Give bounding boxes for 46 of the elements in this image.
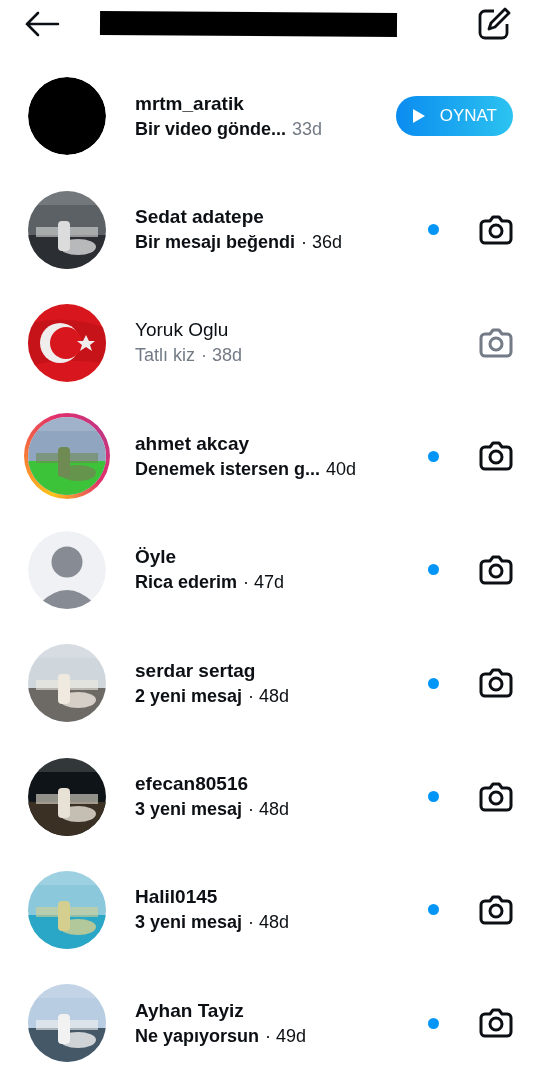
unread-dot xyxy=(428,791,439,802)
unread-dot xyxy=(428,677,439,689)
camera-icon[interactable] xyxy=(479,214,513,245)
message-time: · 48d xyxy=(248,799,290,820)
compose-icon[interactable] xyxy=(477,6,511,41)
back-icon[interactable] xyxy=(24,9,60,38)
unread-dot xyxy=(428,564,439,576)
unread-dot xyxy=(428,450,439,462)
contact-name: Yoruk Oglu xyxy=(135,319,230,342)
camera-icon[interactable] xyxy=(479,894,513,925)
contact-name: ahmet akcay xyxy=(135,432,251,455)
play-icon xyxy=(411,108,426,125)
message-time: · 49d xyxy=(265,1025,307,1047)
message-preview: Denemek istersen g... xyxy=(135,458,321,480)
contact-name: Halil0145 xyxy=(135,886,219,909)
message-time: 33d xyxy=(292,118,323,140)
message-preview: Bir mesajı beğendi xyxy=(135,232,296,254)
unread-dot xyxy=(428,224,439,236)
message-time: · 38d xyxy=(201,345,243,367)
contact-name: efecan80516 xyxy=(135,773,250,795)
message-preview: Ne yapıyorsun xyxy=(135,1025,260,1047)
contact-name: mrtm_aratik xyxy=(135,92,245,115)
contact-name: Sedat adatepe xyxy=(135,206,265,229)
message-preview: Tatlı kiz xyxy=(135,345,195,367)
message-preview: 3 yeni mesaj xyxy=(135,799,243,820)
camera-icon[interactable] xyxy=(479,781,513,812)
message-time: 40d xyxy=(326,458,357,480)
contact-name: serdar sertag xyxy=(135,659,257,682)
contact-name: Ayhan Tayiz xyxy=(135,999,245,1022)
message-time: · 48d xyxy=(248,685,290,707)
play-button[interactable]: OYNAT xyxy=(395,96,513,137)
message-time: · 36d xyxy=(301,232,343,254)
message-preview: 3 yeni mesaj xyxy=(135,912,243,934)
unread-dot xyxy=(428,1017,439,1029)
default-avatar-icon xyxy=(28,530,106,609)
camera-icon[interactable] xyxy=(479,441,513,472)
camera-icon[interactable] xyxy=(479,1008,513,1039)
contact-name: Öyle xyxy=(135,546,178,569)
message-preview: Rica ederim xyxy=(135,572,238,594)
camera-icon[interactable] xyxy=(479,554,513,585)
message-time: · 48d xyxy=(248,912,290,934)
message-preview: Bir video gönde... xyxy=(135,118,286,140)
message-time: · 47d xyxy=(243,572,285,594)
camera-icon[interactable] xyxy=(479,668,513,699)
message-preview: 2 yeni mesaj xyxy=(135,685,243,707)
unread-dot xyxy=(428,904,439,916)
